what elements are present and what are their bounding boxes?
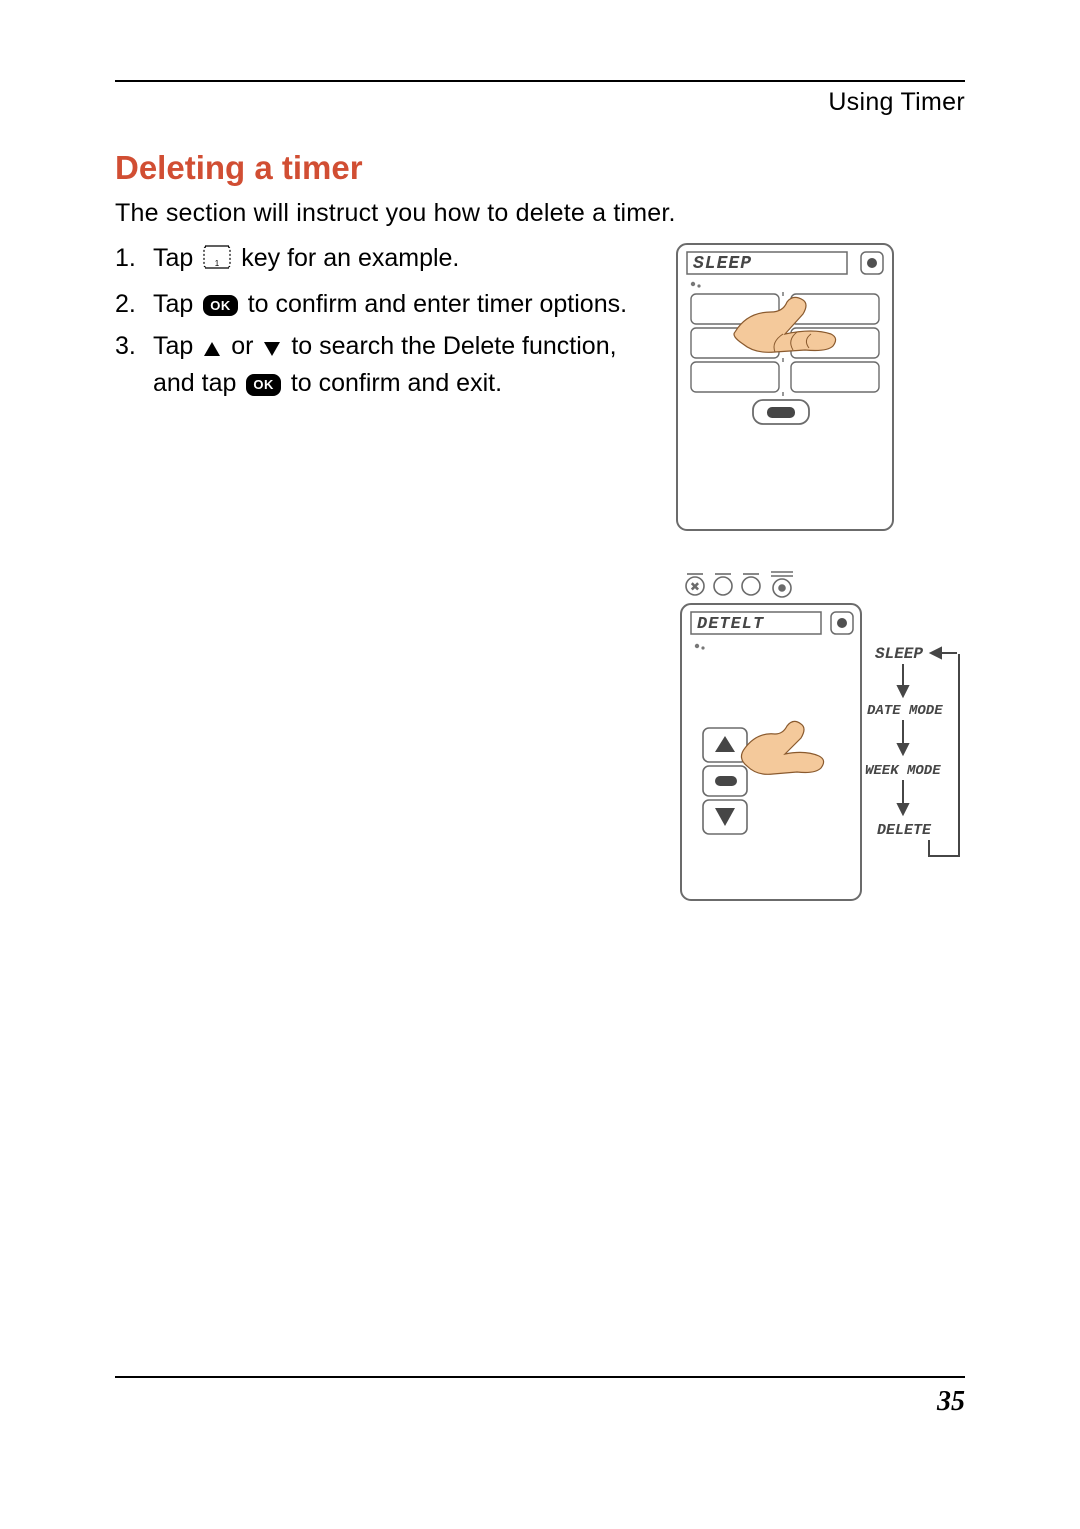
figure2-lcd-text: DETELT [697,615,764,634]
text-column: Tap 1 key for an example. Tap OK to conf… [115,242,655,908]
step-1-text-a: Tap [153,244,200,272]
key-1-icon: 1 [202,244,232,280]
figure1-lcd-text: SLEEP [693,254,752,274]
step-1: Tap 1 key for an example. [115,242,655,280]
menu-item-date-mode: DATE MODE [867,703,943,719]
step-2-text-a: Tap [153,290,200,318]
bottom-rule [115,1376,965,1378]
svg-text:1: 1 [215,259,220,268]
step-3-text-b: or [231,332,260,360]
step-2: Tap OK to confirm and enter timer option… [115,288,655,322]
menu-item-delete: DELETE [877,822,932,839]
ok-icon-2: OK [246,374,281,396]
step-3: Tap or to search the Delete function, an… [115,330,655,402]
figure-remote-sleep: SLEEP [675,242,895,532]
down-triangle-icon [262,334,282,368]
two-column-layout: Tap 1 key for an example. Tap OK to conf… [115,242,965,908]
page-content: Using Timer Deleting a timer The section… [115,80,965,908]
page-number: 35 [937,1386,965,1418]
menu-item-sleep: SLEEP [875,645,923,663]
intro-paragraph: The section will instruct you how to del… [115,199,965,228]
menu-item-week-mode: WEEK MODE [865,763,941,779]
step-3-text-a: Tap [153,332,200,360]
top-rule [115,80,965,82]
svg-text:✕: ✕ [691,582,699,593]
running-head: Using Timer [115,88,965,117]
up-triangle-icon [202,334,222,368]
ok-icon: OK [203,295,238,317]
step-3-text-d: to confirm and exit. [291,369,502,397]
figure-column: SLEEP [675,242,965,908]
steps-list: Tap 1 key for an example. Tap OK to conf… [115,242,655,401]
section-heading: Deleting a timer [115,149,965,187]
step-2-text-b: to confirm and enter timer options. [248,290,627,318]
figure-remote-delete-menu: ✕ DETELT [675,568,965,908]
step-1-text-b: key for an example. [241,244,459,272]
